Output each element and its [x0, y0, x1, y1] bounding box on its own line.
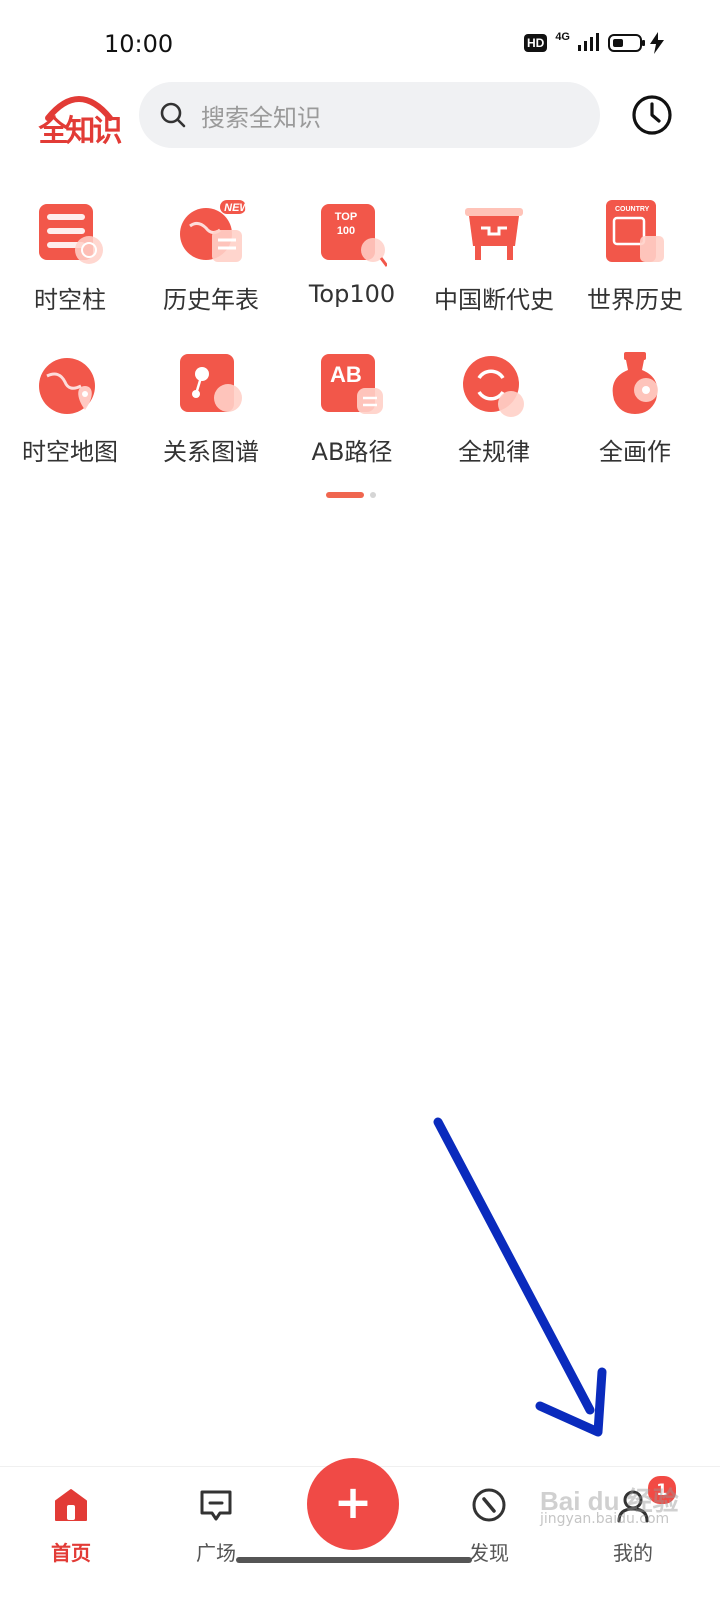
hd-icon: HD	[523, 34, 548, 52]
nav-discover[interactable]: 发现	[444, 1487, 534, 1587]
status-bar: 10:00 HD 4G	[0, 0, 720, 80]
relation-graph-icon	[180, 354, 242, 412]
signal-icon	[578, 33, 599, 51]
country-icon-text: COUNTRY	[615, 206, 650, 213]
top100-icon-text: TOP 100	[334, 211, 358, 237]
ab-icon-text: AB	[330, 362, 362, 387]
nav-label: 首页	[51, 1541, 91, 1565]
status-indicators: HD 4G	[523, 31, 664, 54]
grid-item-top100[interactable]: TOP 100 Top100	[282, 200, 422, 330]
grid-label: Top100	[308, 280, 396, 308]
network-type: 4G	[555, 31, 570, 43]
home-indicator[interactable]	[236, 1557, 472, 1563]
watermark: Bai du 经验 jingyan.baidu.com	[540, 1486, 690, 1528]
create-button[interactable]: +	[307, 1458, 399, 1550]
new-badge: NEW	[224, 202, 250, 214]
grid-label: AB路径	[311, 438, 393, 466]
battery-icon	[608, 34, 645, 52]
history-clock-icon[interactable]	[631, 94, 673, 136]
nav-square[interactable]: 广场	[171, 1487, 261, 1587]
grid-item-ab-path[interactable]: AB AB路径	[282, 352, 422, 482]
globe-map-icon	[39, 358, 95, 414]
grid-label: 中国断代史	[434, 286, 554, 314]
page-dot-active	[326, 492, 364, 498]
annotation-arrow-icon	[433, 1117, 607, 1437]
grid-label: 时空地图	[22, 438, 118, 466]
grid-item-history-timeline[interactable]: NEW 历史年表	[141, 200, 281, 330]
grid-item-china-dynasty[interactable]: 中国断代史	[424, 200, 564, 330]
app-logo[interactable]: 全知识	[34, 84, 124, 149]
grid-item-spacetime-map[interactable]: 时空地图	[0, 352, 140, 482]
grid-item-all-laws[interactable]: 全规律	[424, 352, 564, 482]
nav-label: 我的	[613, 1541, 653, 1565]
page-indicator	[326, 492, 376, 498]
grid-label: 全规律	[458, 438, 530, 466]
status-time: 10:00	[104, 30, 174, 58]
grid-item-timeline-pillar[interactable]: 时空柱	[0, 200, 140, 330]
cycle-law-icon	[463, 356, 524, 417]
timeline-pillar-icon	[39, 204, 103, 264]
chat-square-icon	[200, 1490, 232, 1521]
grid-item-world-history[interactable]: COUNTRY 世界历史	[565, 200, 705, 330]
home-icon	[55, 1489, 87, 1521]
search-bar[interactable]: 搜索全知识	[139, 82, 600, 148]
grid-label: 关系图谱	[163, 438, 259, 466]
page-dot	[370, 492, 376, 498]
plus-icon: +	[333, 1475, 373, 1529]
charging-icon	[650, 32, 664, 54]
compass-icon	[472, 1488, 506, 1522]
search-placeholder: 搜索全知识	[201, 103, 321, 132]
grid-item-relation-graph[interactable]: 关系图谱	[141, 352, 281, 482]
grid-label: 世界历史	[587, 286, 683, 314]
vase-icon	[612, 352, 658, 414]
grid-item-all-paintings[interactable]: 全画作	[565, 352, 705, 482]
logo-text: 全知识	[38, 114, 123, 149]
nav-home[interactable]: 首页	[26, 1487, 116, 1587]
search-icon	[160, 102, 186, 128]
watermark-sub: jingyan.baidu.com	[540, 1511, 670, 1527]
grid-label: 历史年表	[163, 286, 259, 314]
ancient-vessel-icon	[465, 208, 523, 260]
grid-label: 全画作	[599, 438, 671, 466]
grid-label: 时空柱	[34, 286, 106, 314]
watermark-main: Bai du 经验	[540, 1486, 679, 1516]
